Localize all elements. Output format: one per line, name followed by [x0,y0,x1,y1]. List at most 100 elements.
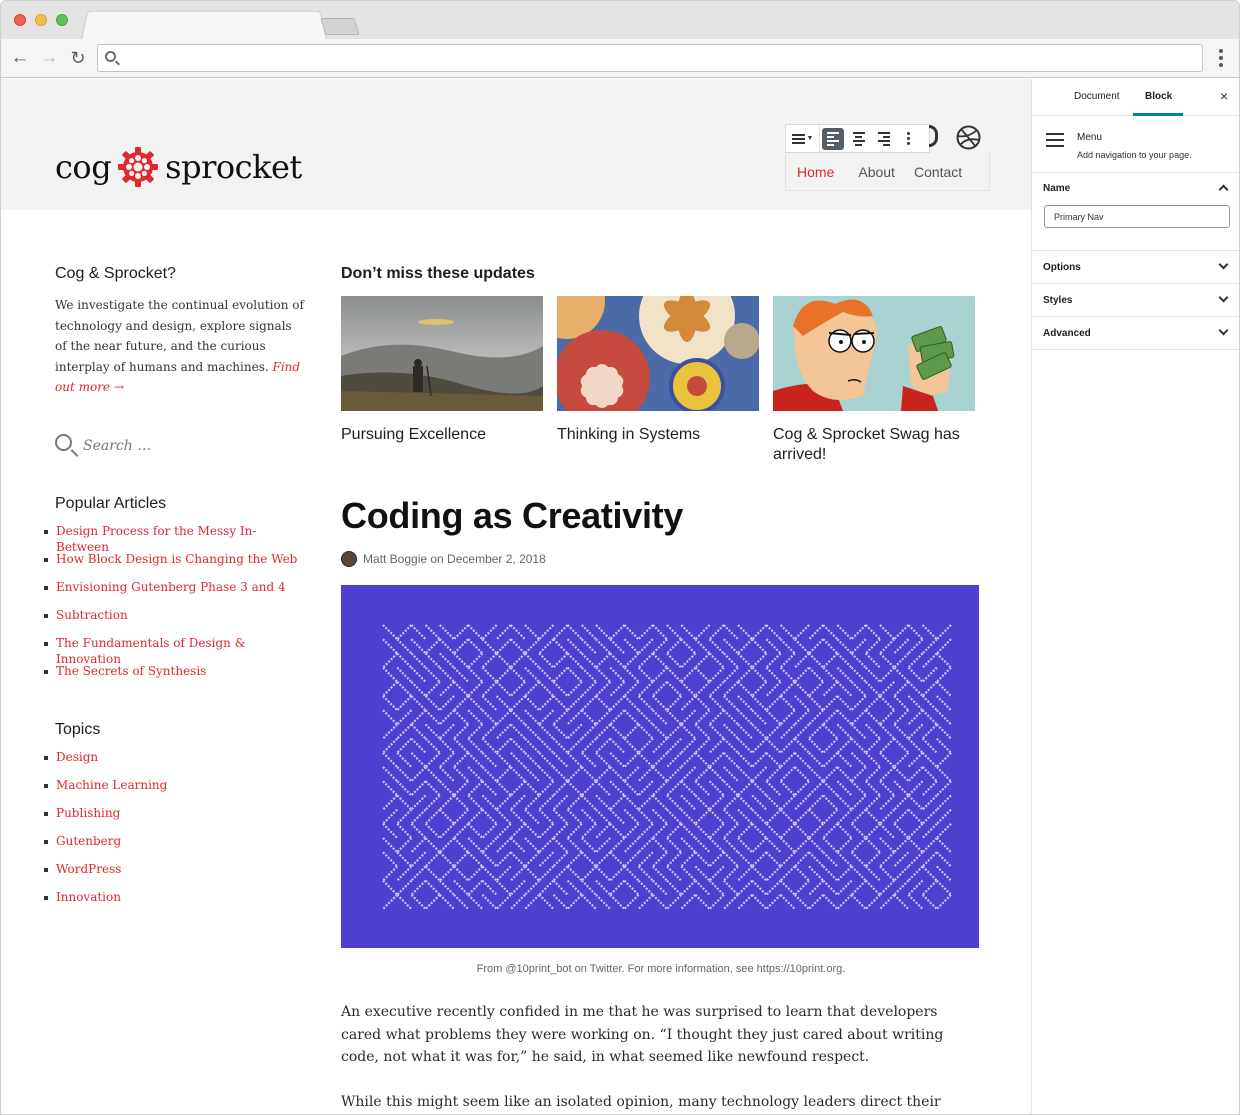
advanced-panel-title[interactable]: Advanced [1043,328,1091,339]
search-input[interactable] [83,434,283,457]
byline-text: Matt Boggie on December 2, 2018 [363,552,546,566]
styles-panel[interactable]: Styles [1032,284,1239,317]
chevron-down-icon: ▼ [806,135,814,142]
browser-window: ← → ↻ cog sprocket ▼ Home About Contact … [0,0,1240,1115]
settings-sidebar: Document Block × Menu Add navigation to … [1031,79,1239,1114]
options-panel[interactable]: Options [1032,251,1239,284]
align-center-icon [852,131,865,146]
social-link-icon[interactable] [929,125,938,147]
list-item: The Secrets of Synthesis [44,663,305,691]
tab-document[interactable]: Document [1074,91,1120,102]
list-item: The Fundamentals of Design & Innovation [44,635,305,666]
block-switcher-button[interactable]: ▼ [786,125,820,152]
block-card-title: Menu [1077,132,1103,143]
chevron-down-icon[interactable] [1218,325,1229,336]
align-center-button[interactable] [846,125,871,152]
update-card[interactable]: Pursuing Excellence [341,296,543,465]
menu-icon [1046,133,1064,151]
topic-link[interactable]: Gutenberg [56,834,121,848]
back-arrow-icon[interactable]: ← [9,47,31,69]
chevron-up-icon[interactable] [1218,184,1229,195]
block-toolbar: ▼ [785,124,930,153]
search-icon [105,51,116,62]
update-card[interactable]: Thinking in Systems [529,263,760,465]
forward-arrow-icon[interactable]: → [38,47,60,69]
nav-item-about[interactable]: About [858,164,906,180]
tab-block[interactable]: Block [1132,91,1184,116]
author-avatar [341,551,357,567]
close-icon[interactable]: × [1220,88,1228,104]
list-item: Design [44,749,305,777]
list-item: Design Process for the Messy In-Between [44,523,305,554]
topic-link[interactable]: Innovation [56,890,121,904]
post-paragraph[interactable]: An executive recently confided in me tha… [341,1001,981,1069]
align-right-button[interactable] [871,125,896,152]
article-link[interactable]: How Block Design is Changing the Web [56,552,297,566]
options-panel-title[interactable]: Options [1043,262,1081,273]
name-field[interactable] [1044,205,1230,228]
name-panel-title[interactable]: Name [1043,183,1070,194]
article-link[interactable]: The Secrets of Synthesis [56,664,206,678]
zoom-window-button[interactable] [56,14,68,26]
card-title[interactable]: Pursuing Excellence [341,425,543,445]
url-input[interactable] [124,48,1194,68]
search-icon [55,433,72,451]
article-link[interactable]: Design Process for the Messy In-Between [56,524,256,554]
menu-icon [791,133,805,144]
dribbble-icon[interactable] [956,125,981,150]
topic-link[interactable]: WordPress [56,862,121,876]
address-bar[interactable] [97,44,1203,72]
more-options-button[interactable] [896,125,921,152]
update-card[interactable]: Cog & Sprocket Swag has arrived! [773,296,975,465]
updates-title: Don’t miss these updates [341,265,535,282]
settings-tabs: Document Block × [1032,79,1239,116]
editor-canvas: cog sprocket ▼ Home About Contact Cog & … [1,79,1031,1115]
block-card: Menu Add navigation to your page. [1032,116,1239,173]
intro-title: Cog & Sprocket? [55,265,176,282]
left-sidebar: Cog & Sprocket? We investigate the conti… [44,265,305,917]
close-window-button[interactable] [14,14,26,26]
site-logo[interactable]: cog sprocket [55,143,302,191]
browser-toolbar: ← → ↻ [1,39,1239,78]
post-title[interactable]: Coding as Creativity [341,495,981,537]
topics-title: Topics [55,720,101,738]
card-title[interactable]: Thinking in Systems [557,425,759,445]
list-item: Publishing [44,805,305,833]
flower-painting-thumbnail [529,263,760,426]
new-tab-button[interactable] [320,18,360,35]
align-right-icon [877,131,890,146]
chevron-down-icon[interactable] [1218,259,1229,270]
topic-link[interactable]: Publishing [56,806,120,820]
block-card-description: Add navigation to your page. [1077,150,1192,160]
logo-text-right: sprocket [165,148,302,186]
fry-meme-thumbnail [773,296,975,411]
list-item: Envisioning Gutenberg Phase 3 and 4 [44,579,305,607]
image-caption: From @10print_bot on Twitter. For more i… [476,963,846,975]
list-item: How Block Design is Changing the Web [44,551,305,579]
post-byline: Matt Boggie on December 2, 2018 [341,551,981,567]
article-link[interactable]: Envisioning Gutenberg Phase 3 and 4 [56,580,286,594]
topic-link[interactable]: Design [56,750,98,764]
reload-icon[interactable]: ↻ [67,47,89,69]
article-link[interactable]: The Fundamentals of Design & Innovation [56,636,245,666]
browser-tab[interactable] [81,10,327,40]
post-paragraph[interactable]: While this might seem like an isolated o… [341,1091,981,1115]
browser-menu-icon[interactable] [1215,49,1227,69]
minimize-window-button[interactable] [35,14,47,26]
nav-item-contact[interactable]: Contact [914,164,973,180]
featured-image[interactable] [341,585,979,948]
intro-body: We investigate the continual evolution o… [55,298,304,374]
cog-logo-icon [118,147,159,187]
styles-panel-title[interactable]: Styles [1043,295,1072,306]
align-left-button[interactable] [822,127,844,150]
vertical-ellipsis-icon [907,132,910,145]
navigation-block[interactable]: Home About Contact [785,153,990,191]
name-panel: Name [1032,173,1239,251]
article-link[interactable]: Subtraction [56,608,128,622]
nav-item-home[interactable]: Home [797,164,845,180]
topic-link[interactable]: Machine Learning [56,778,167,792]
advanced-panel[interactable]: Advanced [1032,317,1239,350]
card-title[interactable]: Cog & Sprocket Swag has arrived! [773,425,975,465]
popular-articles-title: Popular Articles [55,494,167,512]
chevron-down-icon[interactable] [1218,292,1229,303]
